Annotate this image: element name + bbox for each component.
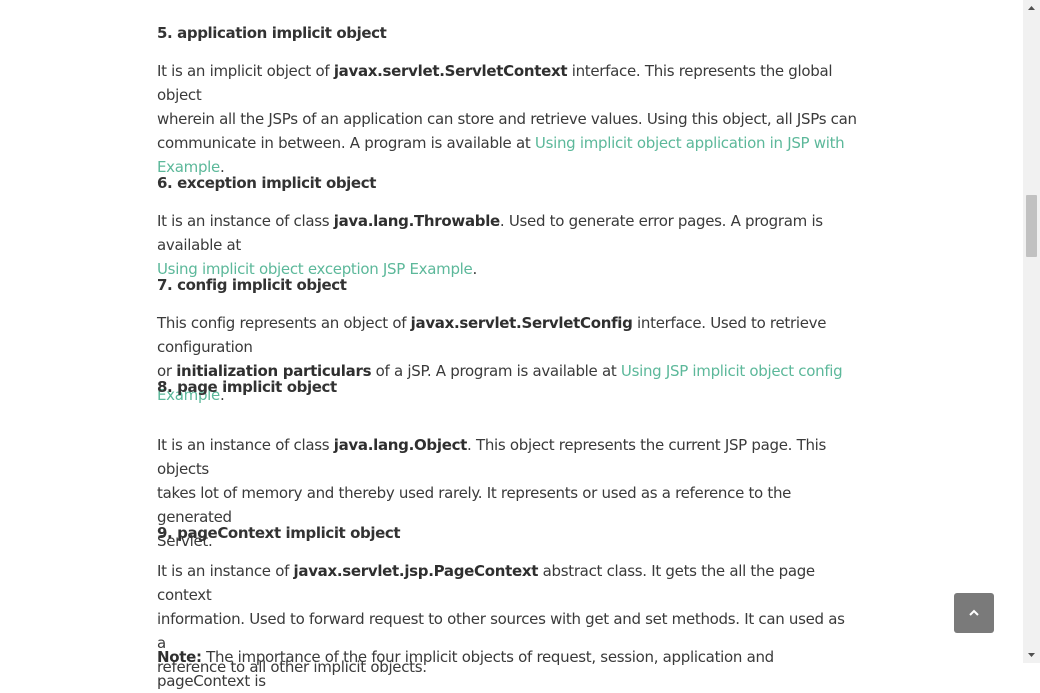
section-heading: 9. pageContext implicit object xyxy=(157,524,401,542)
scroll-down-arrow-icon[interactable] xyxy=(1027,650,1036,659)
class-name: java.lang.Throwable xyxy=(333,212,500,230)
text: It is an implicit object of xyxy=(157,62,334,80)
text: It is an instance of xyxy=(157,562,294,580)
note-paragraph: Note: The importance of the four implici… xyxy=(157,645,857,693)
scroll-up-arrow-icon[interactable] xyxy=(1027,4,1036,13)
text: The importance of the four implicit obje… xyxy=(157,648,774,690)
text: This config represents an object of xyxy=(157,314,411,332)
text: of a jSP. A program is available at xyxy=(371,362,621,380)
scroll-to-top-button[interactable] xyxy=(954,593,994,633)
section-heading: 5. application implicit object xyxy=(157,24,387,42)
text: It is an instance of class xyxy=(157,436,334,454)
class-name: java.lang.Object xyxy=(333,436,468,454)
class-name: javax.servlet.jsp.PageContext xyxy=(293,562,539,580)
text: It is an instance of class xyxy=(157,212,334,230)
note-label: Note: xyxy=(157,648,202,666)
text: takes lot of memory and thereby used rar… xyxy=(157,484,792,526)
text: communicate in between. A program is ava… xyxy=(157,134,535,152)
class-name: javax.servlet.ServletConfig xyxy=(410,314,633,332)
example-link[interactable]: Using implicit object application in JSP… xyxy=(535,134,845,152)
text: wherein all the JSPs of an application c… xyxy=(157,110,857,128)
section-paragraph: It is an implicit object of javax.servle… xyxy=(157,59,857,179)
section-paragraph: It is an instance of class java.lang.Thr… xyxy=(157,209,857,281)
chevron-up-icon xyxy=(968,604,980,623)
scrollbar-thumb[interactable] xyxy=(1026,195,1037,257)
section-heading: 8. page implicit object xyxy=(157,378,337,396)
vertical-scrollbar[interactable] xyxy=(1023,0,1040,663)
section-heading: 6. exception implicit object xyxy=(157,174,376,192)
class-name: javax.servlet.ServletContext xyxy=(333,62,568,80)
section-heading: 7. config implicit object xyxy=(157,276,347,294)
text: . xyxy=(472,260,477,278)
